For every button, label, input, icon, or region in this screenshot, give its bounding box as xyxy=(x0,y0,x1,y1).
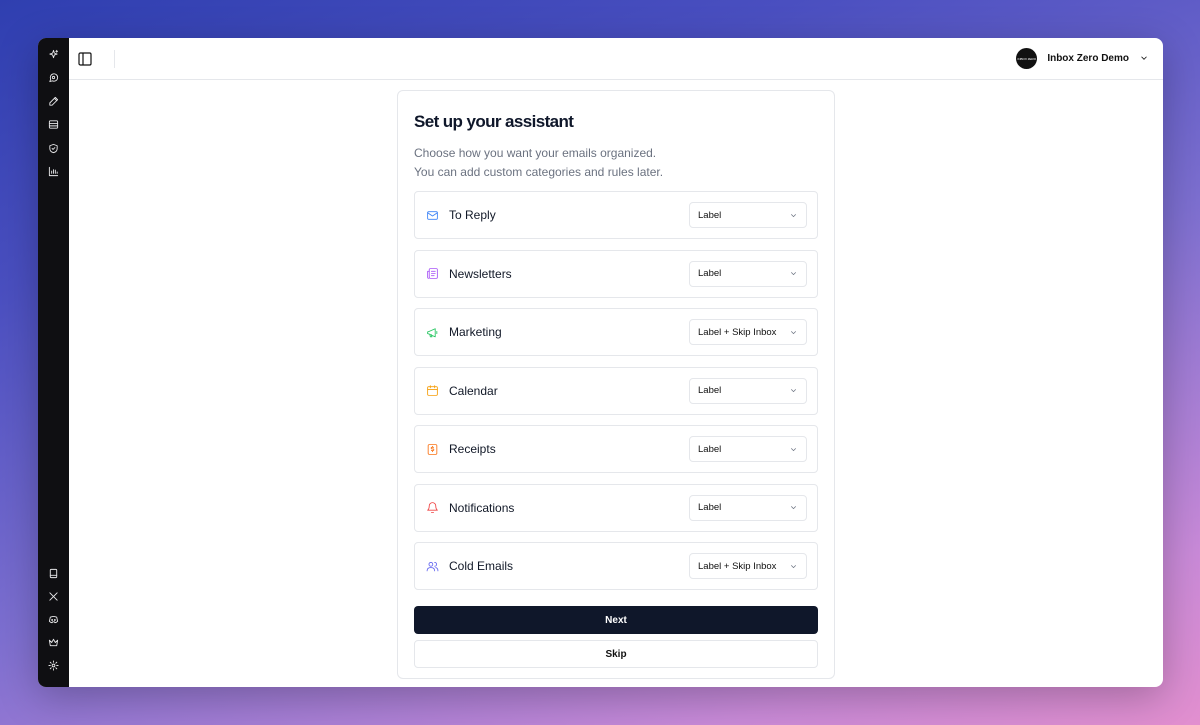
page-title: Set up your assistant xyxy=(414,112,574,131)
newspaper-icon xyxy=(425,267,439,281)
select-value: Label xyxy=(698,385,722,396)
pen-icon[interactable] xyxy=(42,93,66,110)
users-icon xyxy=(425,559,439,573)
category-row-notifications: Notifications Label xyxy=(414,483,818,532)
bar-chart-icon[interactable] xyxy=(42,164,66,181)
avatar: INBOX ZERO xyxy=(1016,48,1038,69)
category-row-cold-emails: Cold Emails Label + Skip Inbox xyxy=(414,542,818,590)
chevron-down-icon xyxy=(789,328,798,337)
app-window: INBOX ZERO Inbox Zero Demo Set up your a… xyxy=(38,38,1163,687)
chevron-down-icon xyxy=(1139,50,1149,68)
rail-bottom-group xyxy=(42,566,66,675)
bell-icon xyxy=(425,501,439,515)
category-label: Notifications xyxy=(449,500,515,515)
chat-icon[interactable] xyxy=(42,70,66,87)
mail-icon xyxy=(425,208,439,222)
icon-rail xyxy=(38,38,69,687)
rail-top-group xyxy=(42,46,66,180)
select-value: Label xyxy=(698,268,722,279)
action-select[interactable]: Label xyxy=(689,202,807,228)
category-row-calendar: Calendar Label xyxy=(414,366,818,415)
subtitle-line-2: You can add custom categories and rules … xyxy=(414,164,664,179)
category-list: To Reply Label Newsletters Label Marketi… xyxy=(414,191,818,590)
page-subtitle: Choose how you want your emails organize… xyxy=(414,144,818,181)
sparkles-icon[interactable] xyxy=(42,46,66,63)
action-select[interactable]: Label xyxy=(689,494,807,521)
action-select[interactable]: Label xyxy=(689,377,807,404)
category-row-marketing: Marketing Label + Skip Inbox xyxy=(414,308,818,356)
category-label: Marketing xyxy=(449,325,502,339)
action-select[interactable]: Label + Skip Inbox xyxy=(689,319,807,345)
account-menu[interactable]: INBOX ZERO Inbox Zero Demo xyxy=(1016,48,1149,69)
book-icon[interactable] xyxy=(42,566,66,583)
category-label: Newsletters xyxy=(449,266,512,281)
content-area: Set up your assistant Choose how you wan… xyxy=(69,80,1163,687)
receipt-icon xyxy=(425,442,439,456)
select-value: Label xyxy=(698,209,722,221)
category-label: Receipts xyxy=(449,442,496,456)
chevron-down-icon xyxy=(789,445,798,454)
skip-button[interactable]: Skip xyxy=(414,640,818,668)
action-select[interactable]: Label xyxy=(689,436,807,462)
settings-icon[interactable] xyxy=(42,658,66,675)
select-value: Label xyxy=(698,443,722,455)
action-select[interactable]: Label xyxy=(689,260,807,287)
next-button[interactable]: Next xyxy=(414,606,818,634)
select-value: Label + Skip Inbox xyxy=(698,326,777,338)
x-logo-icon[interactable] xyxy=(42,589,66,606)
crown-icon[interactable] xyxy=(42,635,66,652)
calendar-icon xyxy=(425,384,439,398)
top-bar: INBOX ZERO Inbox Zero Demo xyxy=(69,38,1163,80)
megaphone-icon xyxy=(425,325,439,339)
category-row-receipts: Receipts Label xyxy=(414,425,818,473)
category-row-to-reply: To Reply Label xyxy=(414,191,818,239)
topbar-divider xyxy=(114,49,115,68)
sidebar-toggle-icon[interactable] xyxy=(76,50,94,68)
shield-icon[interactable] xyxy=(42,140,66,157)
chevron-down-icon xyxy=(789,503,798,512)
archive-icon[interactable] xyxy=(42,117,66,134)
chevron-down-icon xyxy=(789,562,798,571)
discord-icon[interactable] xyxy=(42,612,66,629)
category-label: Cold Emails xyxy=(449,559,514,573)
category-row-newsletters: Newsletters Label xyxy=(414,249,818,298)
subtitle-line-1: Choose how you want your emails organize… xyxy=(414,146,657,160)
chevron-down-icon xyxy=(789,211,798,220)
chevron-down-icon xyxy=(789,269,798,278)
action-select[interactable]: Label + Skip Inbox xyxy=(689,553,807,579)
select-value: Label + Skip Inbox xyxy=(698,560,777,572)
account-name: Inbox Zero Demo xyxy=(1047,53,1129,64)
category-label: To Reply xyxy=(449,208,496,222)
onboarding-card: Set up your assistant Choose how you wan… xyxy=(397,90,835,679)
main-area: INBOX ZERO Inbox Zero Demo Set up your a… xyxy=(69,38,1163,687)
category-label: Calendar xyxy=(449,383,498,398)
select-value: Label xyxy=(698,502,722,513)
chevron-down-icon xyxy=(789,386,798,395)
